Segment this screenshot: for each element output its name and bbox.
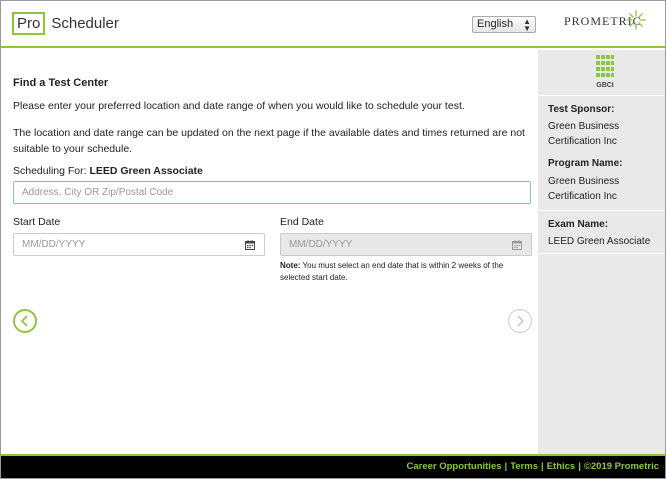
sidebar-divider <box>538 95 665 96</box>
test-sponsor-value: Green Business Certification Inc <box>548 121 620 147</box>
chevron-left-icon <box>21 315 28 327</box>
proscheduler-logo[interactable]: Pro Scheduler <box>12 12 119 35</box>
program-name-label: Program Name: <box>548 158 623 169</box>
footer-separator: | <box>578 461 581 472</box>
end-date-label: End Date <box>280 216 324 228</box>
terms-link[interactable]: Terms <box>510 461 538 472</box>
info-text: The location and date range can be updat… <box>13 127 525 155</box>
note-label: Note: <box>280 261 301 270</box>
start-date-label: Start Date <box>13 216 61 228</box>
page-title: Find a Test Center <box>13 77 109 89</box>
chevron-right-icon <box>517 315 524 327</box>
footer-links: Career Opportunities | Terms | Ethics | ©2019 … <box>407 461 660 472</box>
gbci-logo: GBCI <box>596 55 614 89</box>
select-arrows-icon: ▲ ▼ <box>523 17 531 33</box>
sidebar: GBCI Test Sponsor: Green Business Certif… <box>538 50 665 454</box>
scheduling-for-value: LEED Green Associate <box>89 165 203 177</box>
sidebar-divider <box>538 210 665 211</box>
exam-name-label: Exam Name: <box>548 219 609 230</box>
intro-text: Please enter your preferred location and… <box>13 100 465 112</box>
end-date-input[interactable] <box>280 233 532 256</box>
logo-box: Pro <box>12 12 46 35</box>
calendar-icon <box>512 240 522 250</box>
header: Pro Scheduler English ▲ ▼ PROMETRIC <box>1 1 665 48</box>
prometric-spark-icon <box>626 10 646 30</box>
address-input[interactable] <box>13 181 531 204</box>
end-date-note: Note: You must select an end date that i… <box>280 260 535 284</box>
previous-button[interactable] <box>13 309 37 333</box>
ethics-link[interactable]: Ethics <box>547 461 576 472</box>
next-button[interactable] <box>508 309 532 333</box>
note-text: You must select an end date that is with… <box>280 261 504 282</box>
test-sponsor-label: Test Sponsor: <box>548 104 615 115</box>
language-value: English <box>477 18 514 30</box>
logo-text: Scheduler <box>51 15 119 32</box>
scheduling-for-label: Scheduling For: <box>13 165 87 177</box>
main-content: Find a Test Center Please enter your pre… <box>1 50 538 454</box>
calendar-icon[interactable] <box>245 240 255 250</box>
career-link[interactable]: Career Opportunities <box>407 461 502 472</box>
sidebar-divider <box>538 253 665 254</box>
program-name-value: Green Business Certification Inc <box>548 176 620 202</box>
footer-separator: | <box>541 461 544 472</box>
start-date-input[interactable] <box>13 233 265 256</box>
language-select[interactable]: English ▲ ▼ <box>472 16 536 33</box>
exam-name-value: LEED Green Associate <box>548 236 651 247</box>
copyright-text: ©2019 Prometric <box>583 461 659 472</box>
gbci-logo-text: GBCI <box>596 82 614 89</box>
footer: Career Opportunities | Terms | Ethics | ©2019 … <box>1 454 665 478</box>
footer-separator: | <box>504 461 508 472</box>
scheduling-for: Scheduling For: LEED Green Associate <box>13 165 203 177</box>
